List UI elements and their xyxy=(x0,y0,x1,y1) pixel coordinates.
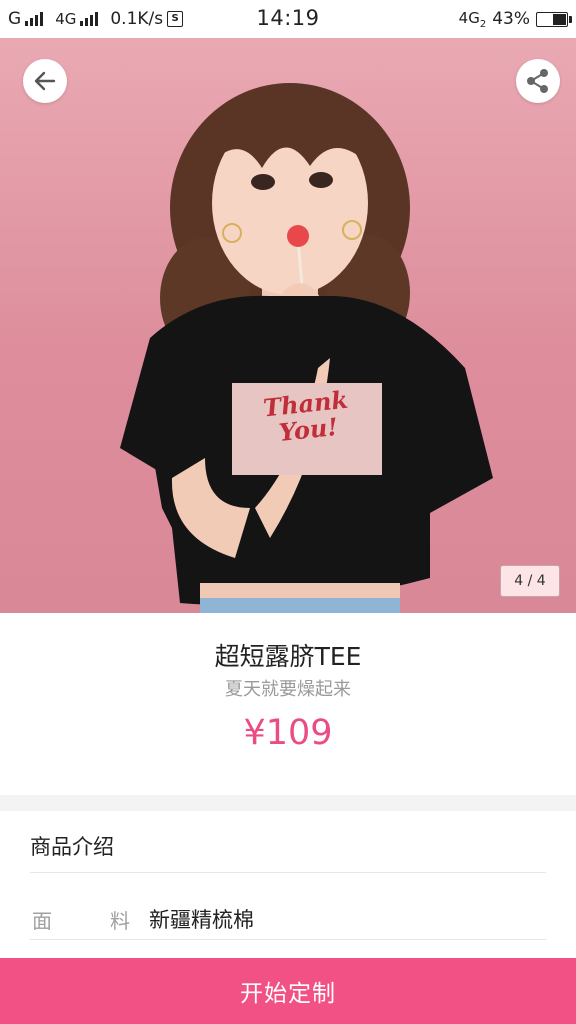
product-detail-page: G 4G 0.1K/s S 14:19 4G2 43% Thank You! 4… xyxy=(0,0,576,1024)
product-subtitle: 夏天就要燥起来 xyxy=(225,679,351,700)
spec-label-char: 料 xyxy=(110,909,130,933)
arrow-left-icon xyxy=(34,71,56,91)
back-button[interactable] xyxy=(23,59,67,103)
image-page-indicator: 4 / 4 xyxy=(500,565,560,597)
network-indicator: 4G2 xyxy=(458,8,487,30)
start-customize-button[interactable]: 开始定制 xyxy=(0,958,576,1024)
product-photo xyxy=(120,83,493,613)
status-right: 4G2 43% xyxy=(458,8,572,30)
product-price: ¥109 xyxy=(243,713,333,753)
product-hero-image[interactable]: Thank You! 4 / 4 xyxy=(0,38,576,613)
divider xyxy=(30,872,546,873)
section-separator xyxy=(0,795,576,811)
section-heading: 商品介绍 xyxy=(30,835,114,859)
share-icon xyxy=(527,69,548,93)
battery-icon xyxy=(536,11,572,27)
product-details: 商品介绍 面 料 新疆精梳棉 xyxy=(0,811,576,961)
battery-percent: 43% xyxy=(492,9,530,29)
status-bar: G 4G 0.1K/s S 14:19 4G2 43% xyxy=(0,0,576,38)
spec-label: 面 料 xyxy=(32,905,130,934)
product-info: 超短露脐TEE 夏天就要燥起来 ¥109 xyxy=(0,613,576,795)
spec-value: 新疆精梳棉 xyxy=(149,908,254,932)
share-button[interactable] xyxy=(516,59,560,103)
spec-label-char: 面 xyxy=(32,909,52,933)
divider xyxy=(30,939,546,940)
product-title: 超短露脐TEE xyxy=(214,642,362,671)
